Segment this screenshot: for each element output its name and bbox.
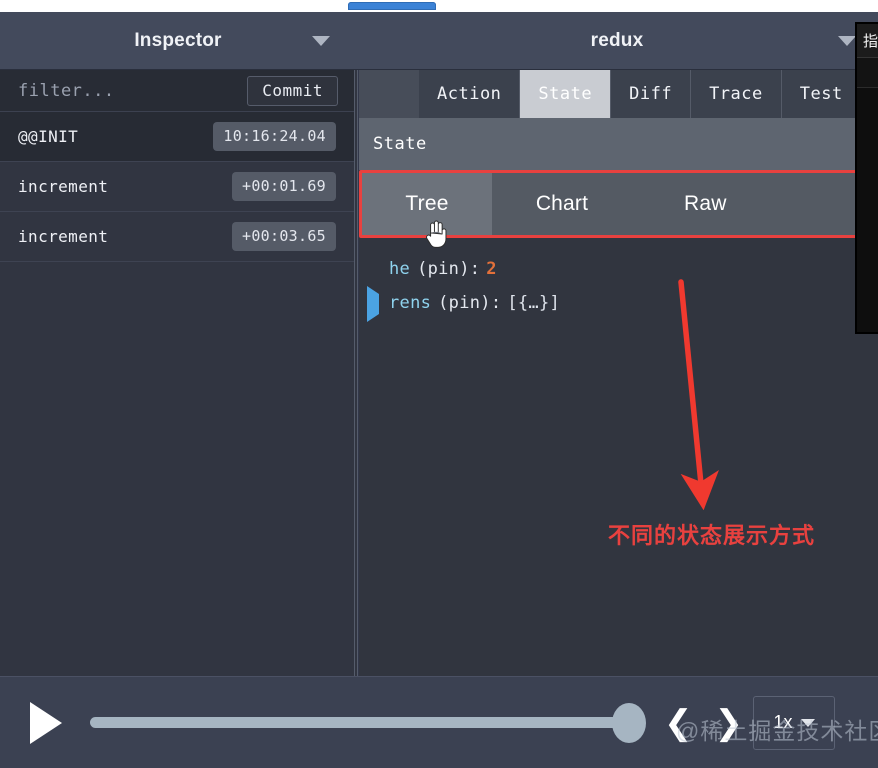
filter-row: Commit xyxy=(0,70,354,112)
monitor-title: redux xyxy=(590,30,644,51)
chevron-down-icon[interactable] xyxy=(312,36,330,46)
floating-panel-subheader xyxy=(857,58,878,88)
tab-diff[interactable]: Diff xyxy=(611,70,692,118)
chevron-down-icon[interactable] xyxy=(838,36,856,46)
section-title: State xyxy=(373,134,427,154)
tab-state[interactable]: State xyxy=(520,70,612,118)
tree-row[interactable]: he (pin): 2 xyxy=(359,252,878,286)
section-label-bar: State xyxy=(359,118,878,170)
chevron-down-icon xyxy=(800,718,815,727)
slider-thumb[interactable] xyxy=(612,702,646,743)
tree-node-value: 2 xyxy=(486,259,497,279)
panel-header: Inspector redux xyxy=(0,12,878,70)
tab-action[interactable]: Action xyxy=(419,70,521,118)
action-list: @@INIT 10:16:24.04 increment +00:01.69 i… xyxy=(0,112,354,262)
monitor-pane: Action State Diff Trace Test State Tree … xyxy=(359,70,878,676)
floating-panel-title: 指 xyxy=(857,24,878,58)
tree-node-key: rens xyxy=(389,293,432,313)
chevron-right-icon[interactable]: ❯ xyxy=(715,706,744,740)
tree-node-meta: (pin): xyxy=(417,259,481,279)
devtools-window: Inspector redux Commit @@INIT 10:16:24.0… xyxy=(0,0,878,768)
play-icon[interactable] xyxy=(30,701,62,744)
action-name: increment xyxy=(18,177,109,196)
pane-splitter[interactable] xyxy=(354,70,358,676)
tab-trace[interactable]: Trace xyxy=(691,70,782,118)
action-timestamp: +00:03.65 xyxy=(232,222,336,251)
list-item[interactable]: increment +00:03.65 xyxy=(0,212,354,262)
tab-chart[interactable]: Chart xyxy=(492,173,632,235)
player-toolbar: ❮ ❯ 1x xyxy=(0,676,878,768)
commit-button[interactable]: Commit xyxy=(247,75,338,106)
browser-top-strip xyxy=(0,0,878,12)
list-item[interactable]: @@INIT 10:16:24.04 xyxy=(0,112,354,162)
monitor-tab-bar: Action State Diff Trace Test xyxy=(359,70,878,118)
triangle-right-icon[interactable] xyxy=(367,286,385,322)
action-name: @@INIT xyxy=(18,127,79,146)
floating-panel-body xyxy=(857,88,878,332)
playback-speed-value: 1x xyxy=(773,712,793,732)
list-item[interactable]: increment +00:01.69 xyxy=(0,162,354,212)
annotation-label: 不同的状态展示方式 xyxy=(608,523,816,548)
inspector-title: Inspector xyxy=(134,30,222,51)
action-timestamp: +00:01.69 xyxy=(232,172,336,201)
tree-node-key: he xyxy=(389,259,411,279)
tab-raw[interactable]: Raw xyxy=(632,173,875,235)
timeline-slider[interactable] xyxy=(90,702,646,743)
tab-test[interactable]: Test xyxy=(781,70,862,118)
tab-tree[interactable]: Tree xyxy=(362,173,492,235)
action-list-pane: Commit @@INIT 10:16:24.04 increment +00:… xyxy=(0,70,354,676)
search-input[interactable] xyxy=(0,80,248,101)
tree-row[interactable]: rens (pin): [{…}] xyxy=(359,286,878,322)
tree-node-value: [{…}] xyxy=(507,293,561,313)
view-mode-tab-bar: Tree Chart Raw xyxy=(359,170,878,238)
state-tree: he (pin): 2 rens (pin): [{…}] xyxy=(359,238,878,658)
chevron-left-icon[interactable]: ❮ xyxy=(664,706,693,740)
monitor-header: redux xyxy=(356,12,878,70)
floating-overlay-panel: 指 xyxy=(855,22,878,334)
inspector-header: Inspector xyxy=(0,12,356,70)
action-name: increment xyxy=(18,227,109,246)
tree-node-meta: (pin): xyxy=(438,293,502,313)
step-controls: ❮ ❯ xyxy=(664,706,743,740)
slider-track[interactable] xyxy=(90,717,640,728)
playback-speed-select[interactable]: 1x xyxy=(753,695,835,750)
action-timestamp: 10:16:24.04 xyxy=(213,122,336,151)
active-tab-indicator[interactable] xyxy=(348,2,436,10)
